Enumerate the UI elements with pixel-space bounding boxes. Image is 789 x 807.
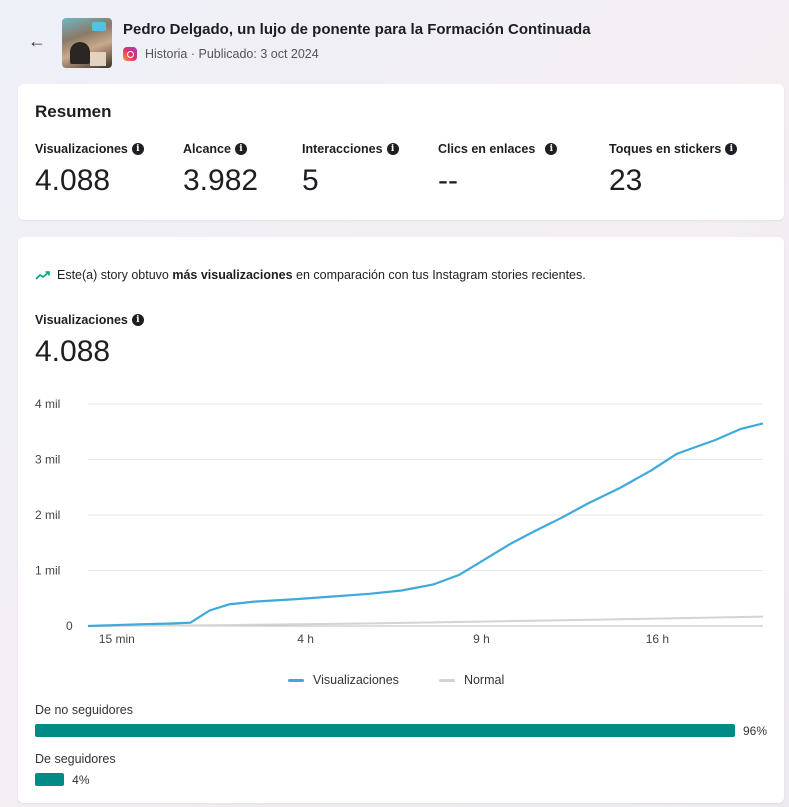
info-icon[interactable]: i — [725, 143, 738, 155]
y-tick-label: 4 mil — [35, 397, 60, 411]
metric-label: Clics en enlaces — [438, 142, 536, 156]
chart-card: Este(a) story obtuvo más visualizaciones… — [18, 237, 784, 803]
y-tick-label: 2 mil — [35, 508, 60, 522]
chart-legend: Visualizaciones Normal — [288, 673, 544, 687]
metric-interacciones: Interacciones i 5 — [302, 142, 399, 198]
legend-item-normal[interactable]: Normal — [438, 673, 504, 687]
metric-label: Toques en stickers — [609, 142, 722, 156]
story-subtitle: Historia · Publicado: 3 oct 2024 — [123, 47, 319, 61]
metric-label: Visualizaciones — [35, 142, 128, 156]
y-tick-label: 0 — [66, 619, 73, 633]
metric-visualizaciones: Visualizaciones i 4.088 — [35, 142, 144, 198]
non-followers-pct: 96% — [743, 724, 768, 738]
instagram-icon — [123, 47, 137, 61]
metric-value: -- — [438, 164, 458, 197]
x-tick-label: 4 h — [297, 632, 314, 646]
non-followers-bar — [35, 724, 735, 737]
metric-value: 5 — [302, 164, 319, 197]
metric-clics-enlaces: Clics en enlaces i -- — [438, 142, 558, 198]
story-header: ← Pedro Delgado, un lujo de ponente para… — [0, 0, 789, 82]
story-thumbnail — [62, 18, 112, 68]
story-meta: Historia · Publicado: 3 oct 2024 — [145, 47, 319, 61]
followers-label: De seguidores — [35, 752, 116, 766]
followers-pct: 4% — [72, 773, 90, 787]
metric-label: Interacciones — [302, 142, 383, 156]
summary-card: Resumen Visualizaciones i 4.088 Alcance … — [18, 84, 784, 220]
views-line-chart: 0 1 mil 2 mil 3 mil 4 mil 15 min 4 h 9 h 16 h — [35, 397, 764, 646]
series-line-normal[interactable] — [87, 615, 764, 627]
x-tick-label: 15 min — [99, 632, 135, 646]
metric-label: Alcance — [183, 142, 231, 156]
story-title: Pedro Delgado, un lujo de ponente para l… — [123, 21, 591, 38]
followers-bar — [35, 773, 65, 786]
arrow-left-icon[interactable]: ← — [28, 30, 50, 52]
trend-up-icon — [35, 271, 50, 280]
metric-value: 4.088 — [35, 164, 111, 197]
y-tick-label: 1 mil — [35, 564, 60, 578]
x-tick-label: 9 h — [473, 632, 490, 646]
x-tick-label: 16 h — [646, 632, 669, 646]
info-icon[interactable]: i — [386, 143, 399, 155]
metric-value: 3.982 — [183, 164, 259, 197]
metric-value: 23 — [609, 164, 643, 197]
series-line-visualizaciones[interactable] — [87, 422, 764, 628]
non-followers-label: De no seguidores — [35, 703, 133, 717]
metric-toques-stickers: Toques en stickers i 23 — [609, 142, 738, 198]
metric-alcance: Alcance i 3.982 — [183, 142, 258, 198]
info-icon[interactable]: i — [131, 314, 144, 326]
chart-metric-label: Visualizaciones i — [35, 313, 144, 327]
info-icon[interactable]: i — [545, 143, 558, 155]
info-icon[interactable]: i — [131, 143, 144, 155]
chart-metric-value: 4.088 — [35, 335, 111, 368]
insight-text: Este(a) story obtuvo más visualizaciones… — [35, 268, 586, 282]
y-tick-label: 3 mil — [35, 453, 60, 467]
info-icon[interactable]: i — [234, 143, 247, 155]
legend-item-visualizaciones[interactable]: Visualizaciones — [288, 673, 399, 687]
summary-heading: Resumen — [35, 102, 112, 121]
